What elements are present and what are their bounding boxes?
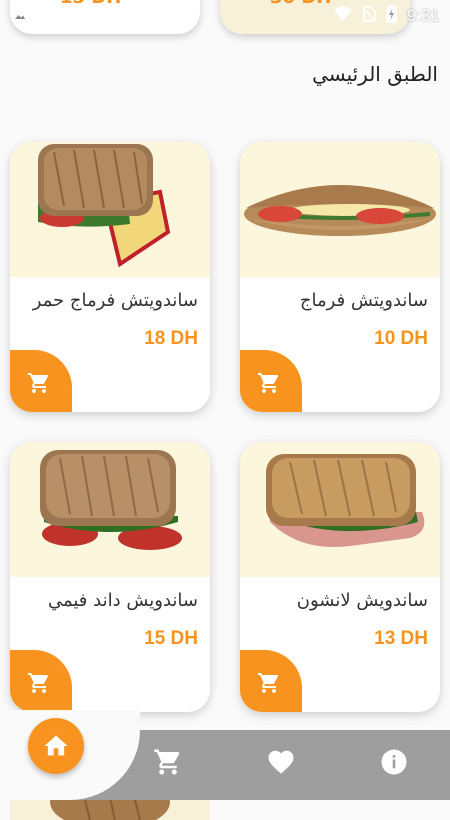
product-card[interactable]: ساندويتش فرماج حمر 18 DH bbox=[10, 142, 210, 412]
add-to-cart-button[interactable] bbox=[240, 650, 302, 712]
no-sim-icon bbox=[362, 6, 376, 26]
cart-icon bbox=[258, 373, 279, 393]
product-card[interactable]: ساندويش داند فيمي 15 DH bbox=[10, 442, 210, 712]
nav-cart-button[interactable] bbox=[148, 742, 188, 782]
product-name: ساندويتش فرماج bbox=[299, 290, 428, 311]
product-price: 15 DH bbox=[144, 628, 198, 649]
nav-info-button[interactable] bbox=[374, 742, 414, 782]
product-price: 10 DH bbox=[374, 328, 428, 349]
battery-charging-icon bbox=[385, 5, 397, 27]
product-image bbox=[240, 142, 440, 277]
product-image bbox=[10, 142, 210, 277]
product-card[interactable]: ساندويش لانشون 13 DH bbox=[240, 442, 440, 712]
cart-icon bbox=[154, 749, 180, 775]
gallery-notification-icon bbox=[12, 7, 28, 27]
cart-icon bbox=[28, 373, 49, 393]
section-title: الطبق الرئيسي bbox=[312, 62, 438, 86]
home-icon bbox=[44, 735, 68, 756]
product-price: 13 DH bbox=[374, 628, 428, 649]
add-to-cart-button[interactable] bbox=[10, 350, 72, 412]
product-name: ساندويتش فرماج حمر bbox=[32, 290, 198, 311]
product-image bbox=[240, 442, 440, 577]
clock: 9:31 bbox=[406, 6, 440, 25]
add-to-cart-button[interactable] bbox=[240, 350, 302, 412]
nav-favorites-button[interactable] bbox=[261, 742, 301, 782]
status-bar: 9:31 bbox=[0, 0, 450, 30]
product-card[interactable]: ساندويتش فرماج 10 DH bbox=[240, 142, 440, 412]
info-icon bbox=[381, 749, 407, 775]
cart-icon bbox=[258, 673, 279, 693]
home-button[interactable] bbox=[28, 718, 84, 774]
heart-icon bbox=[268, 750, 294, 774]
product-price: 18 DH bbox=[144, 328, 198, 349]
product-name: ساندويش داند فيمي bbox=[47, 590, 198, 611]
cart-icon bbox=[28, 673, 49, 693]
wifi-icon bbox=[333, 6, 352, 26]
product-name: ساندويش لانشون bbox=[296, 590, 428, 611]
product-image bbox=[10, 442, 210, 577]
add-to-cart-button[interactable] bbox=[10, 650, 72, 712]
